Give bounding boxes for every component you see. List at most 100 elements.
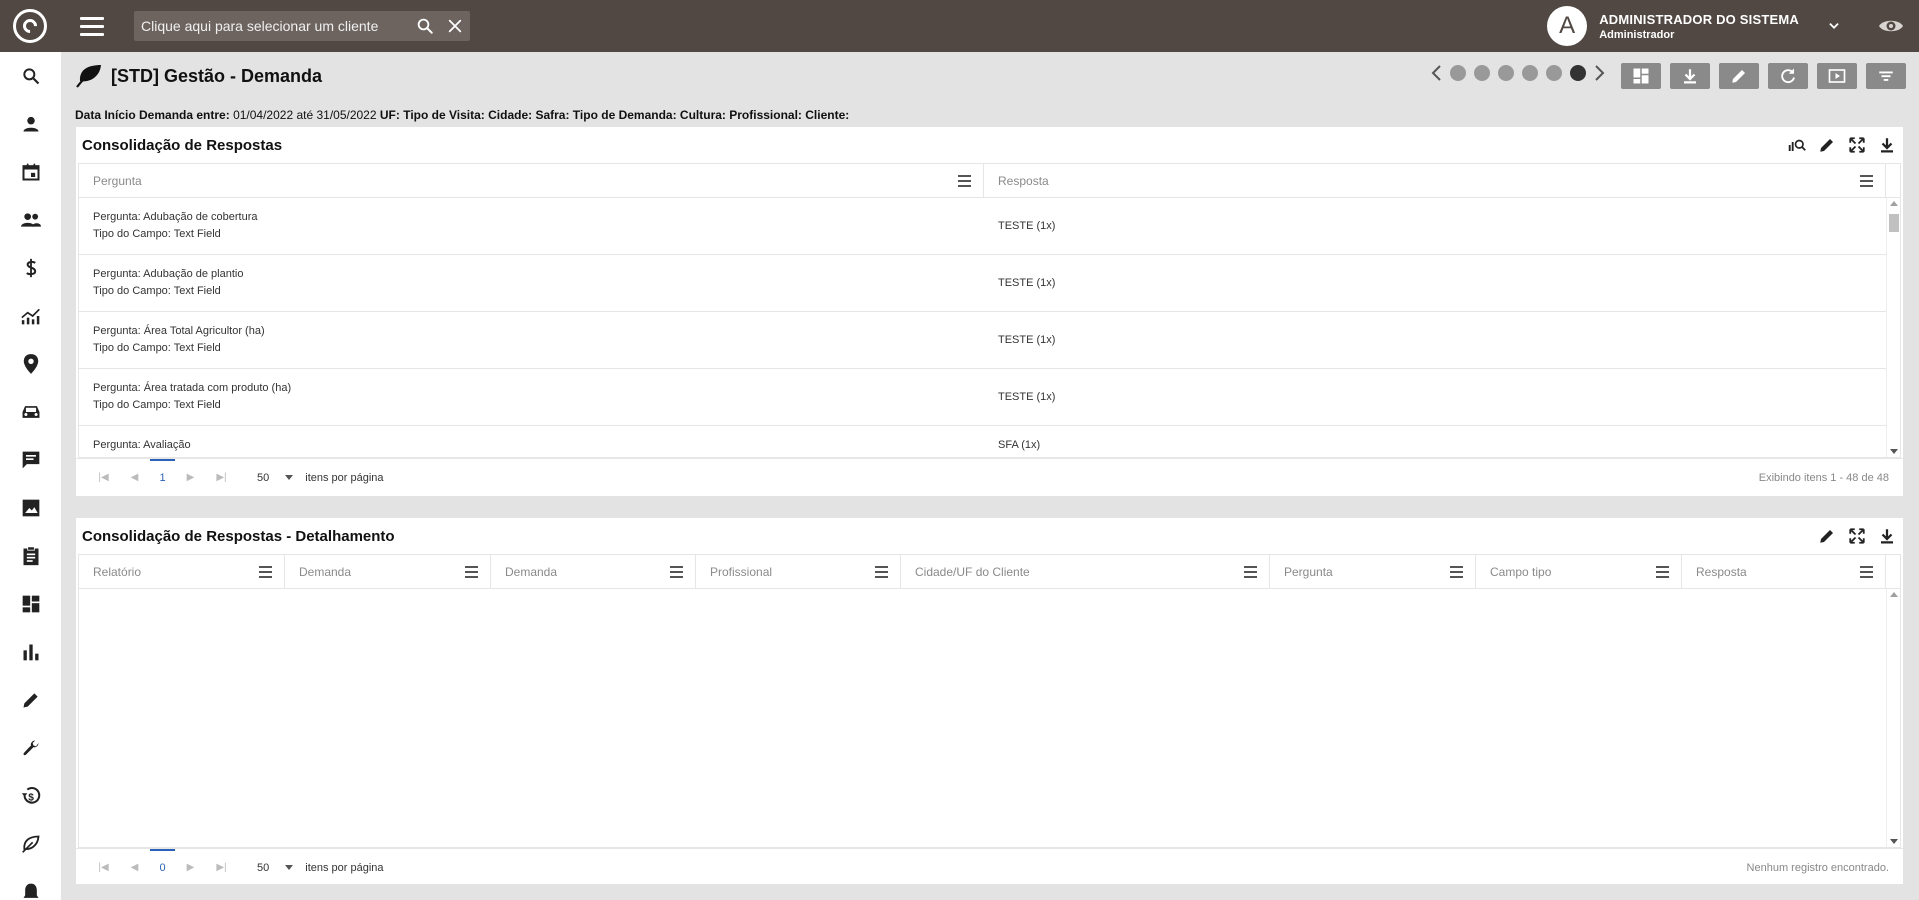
column-menu-icon[interactable] — [1656, 565, 1669, 578]
column-menu-icon[interactable] — [1860, 174, 1873, 187]
dashboard-icon[interactable] — [0, 580, 61, 628]
carousel-dot[interactable] — [1450, 65, 1466, 81]
prev-page-icon[interactable]: ◀ — [119, 459, 150, 497]
carousel-dot[interactable] — [1498, 65, 1514, 81]
pencil-icon[interactable] — [1815, 524, 1839, 548]
chat-icon[interactable] — [0, 436, 61, 484]
column-menu-icon[interactable] — [259, 565, 272, 578]
page-number[interactable]: 0 — [150, 848, 175, 887]
column-header-demanda[interactable]: Demanda — [285, 555, 491, 588]
group-icon[interactable] — [0, 196, 61, 244]
refresh-button[interactable] — [1768, 63, 1808, 89]
column-header-pergunta[interactable]: Pergunta — [1270, 555, 1476, 588]
chevron-left-icon[interactable] — [1430, 64, 1442, 82]
question-text: Pergunta: Adubação de plantio — [93, 268, 244, 280]
pencil-icon[interactable] — [0, 676, 61, 724]
menu-icon[interactable] — [72, 0, 112, 52]
vertical-scrollbar[interactable] — [1886, 198, 1900, 457]
question-text: Pergunta: Área Total Agricultor (ha) — [93, 325, 265, 337]
column-header-campo-tipo[interactable]: Campo tipo — [1476, 555, 1682, 588]
empty-grid-body — [79, 589, 1900, 847]
eye-icon[interactable] — [1871, 0, 1911, 52]
filter-button[interactable] — [1866, 63, 1906, 89]
column-menu-icon[interactable] — [1860, 565, 1873, 578]
next-page-icon[interactable]: ▶ — [175, 849, 206, 887]
car-icon[interactable] — [0, 388, 61, 436]
column-menu-icon[interactable] — [670, 565, 683, 578]
filter-icon — [1879, 71, 1893, 81]
bar-chart-icon[interactable] — [0, 628, 61, 676]
per-page-label: itens por página — [305, 471, 384, 484]
gallery-icon[interactable] — [0, 484, 61, 532]
edit-button[interactable] — [1719, 63, 1759, 89]
column-menu-icon[interactable] — [465, 565, 478, 578]
download-button[interactable] — [1670, 63, 1710, 89]
last-page-icon[interactable]: ▶| — [206, 459, 237, 497]
calendar-icon[interactable] — [0, 148, 61, 196]
close-icon[interactable] — [440, 11, 470, 41]
person-icon[interactable] — [0, 100, 61, 148]
table-row[interactable]: Pergunta: Adubação de plantio Tipo do Cam… — [79, 255, 1900, 312]
search-icon[interactable] — [410, 11, 440, 41]
download-icon[interactable] — [1875, 133, 1899, 157]
leaf-icon[interactable] — [0, 820, 61, 868]
expand-icon[interactable] — [1845, 133, 1869, 157]
answer-text: TESTE (1x) — [998, 276, 1056, 289]
page-size-select[interactable]: 50 — [257, 472, 294, 484]
page-size-select[interactable]: 50 — [257, 862, 294, 874]
top-bar: A ADMINISTRADOR DO SISTEMA Administrador — [0, 0, 1919, 52]
column-header-resposta[interactable]: Resposta — [1682, 555, 1886, 588]
carousel-dot-active[interactable] — [1570, 65, 1586, 81]
question-text: Pergunta: Avaliação — [93, 439, 191, 451]
dollar-icon[interactable] — [0, 244, 61, 292]
column-header-cidade-uf[interactable]: Cidade/UF do Cliente — [901, 555, 1270, 588]
search-icon[interactable] — [0, 52, 61, 100]
layout-button[interactable] — [1621, 63, 1661, 89]
trending-icon[interactable] — [0, 292, 61, 340]
carousel-dot[interactable] — [1546, 65, 1562, 81]
table-row[interactable]: Pergunta: Avaliação SFA (1x) — [79, 426, 1900, 457]
money-history-icon[interactable]: $ — [0, 772, 61, 820]
panel-title: Consolidação de Respostas — [82, 136, 283, 154]
present-button[interactable] — [1817, 63, 1857, 89]
date-filter-label: Data Início Demanda entre: — [75, 108, 230, 122]
download-icon — [1684, 69, 1696, 84]
column-header-demanda-2[interactable]: Demanda — [491, 555, 696, 588]
next-page-icon[interactable]: ▶ — [175, 459, 206, 497]
chevron-down-icon[interactable] — [1819, 0, 1849, 52]
column-menu-icon[interactable] — [1450, 565, 1463, 578]
expand-icon[interactable] — [1845, 524, 1869, 548]
wrench-icon[interactable] — [0, 724, 61, 772]
column-menu-icon[interactable] — [1244, 565, 1257, 578]
bell-icon[interactable] — [0, 868, 61, 900]
table-row[interactable]: Pergunta: Área Total Agricultor (ha) Tipo… — [79, 312, 1900, 369]
column-header-relatorio[interactable]: Relatório — [79, 555, 285, 588]
carousel-dot[interactable] — [1474, 65, 1490, 81]
column-header-resposta[interactable]: Resposta — [984, 164, 1886, 197]
carousel-dot[interactable] — [1522, 65, 1538, 81]
column-menu-icon[interactable] — [958, 174, 971, 187]
first-page-icon[interactable]: |◀ — [88, 459, 119, 497]
pencil-icon — [1732, 70, 1745, 83]
analytics-search-icon[interactable] — [1785, 133, 1809, 157]
download-icon[interactable] — [1875, 524, 1899, 548]
pencil-icon[interactable] — [1815, 133, 1839, 157]
pagination-info: Nenhum registro encontrado. — [1746, 862, 1889, 874]
column-menu-icon[interactable] — [875, 565, 888, 578]
table-row[interactable]: Pergunta: Adubação de cobertura Tipo do C… — [79, 198, 1900, 255]
last-page-icon[interactable]: ▶| — [206, 849, 237, 887]
location-pin-icon[interactable] — [0, 340, 61, 388]
first-page-icon[interactable]: |◀ — [88, 849, 119, 887]
prev-page-icon[interactable]: ◀ — [119, 849, 150, 887]
clipboard-icon[interactable] — [0, 532, 61, 580]
chevron-right-icon[interactable] — [1594, 64, 1606, 82]
app-logo[interactable] — [0, 0, 60, 52]
client-search-input[interactable] — [141, 18, 410, 34]
user-menu[interactable]: A ADMINISTRADOR DO SISTEMA Administrador — [1547, 0, 1919, 52]
table-row[interactable]: Pergunta: Área tratada com produto (ha) T… — [79, 369, 1900, 426]
column-header-profissional[interactable]: Profissional — [696, 555, 901, 588]
page-number[interactable]: 1 — [150, 458, 175, 497]
vertical-scrollbar[interactable] — [1886, 589, 1900, 847]
answers-detail-panel: Consolidação de Respostas - Detalhamento… — [76, 518, 1903, 884]
column-header-pergunta[interactable]: Pergunta — [79, 164, 984, 197]
